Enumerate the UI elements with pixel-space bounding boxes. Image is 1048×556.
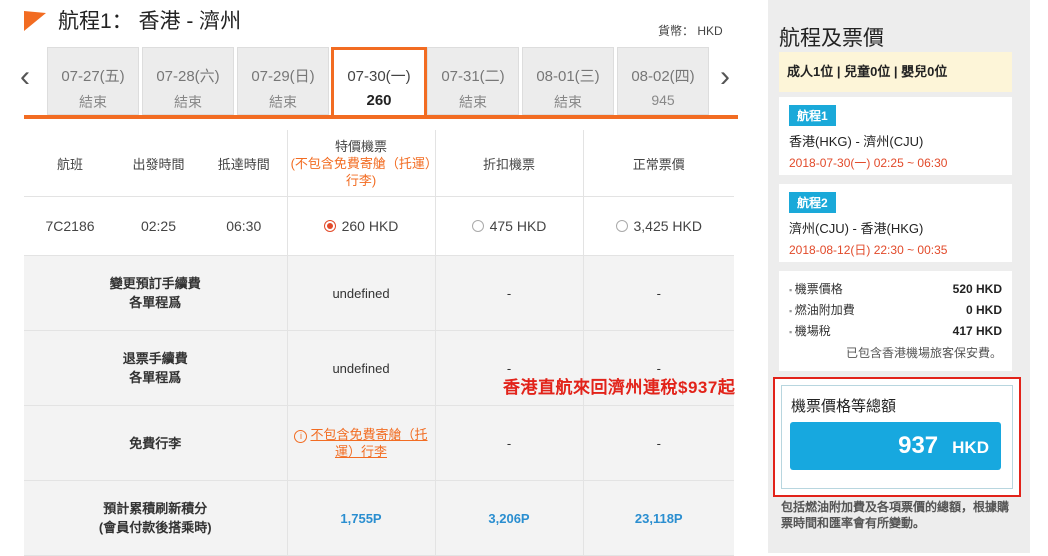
depart-time: 02:25 [116,196,201,256]
points-special: 1,755P [287,480,436,556]
price-row-fuel: 燃油附加費0 HKD [789,300,1002,321]
price-row-fare: 機票價格520 HKD [789,279,1002,300]
change-fee-special: undefined [287,255,436,331]
date-tab[interactable]: 08-02(四) 945 [617,47,709,115]
baggage-discount: - [435,405,584,481]
prev-dates-arrow-icon[interactable]: ‹ [20,60,30,94]
flight-number: 7C2186 [24,196,116,256]
fare-table: 航班 出發時間 抵達時間 特價機票 (不包含免費寄艙（托運）行李) 折扣機票 正… [24,130,734,556]
price-row-tax: 機場稅417 HKD [789,321,1002,342]
col-discount-fare: 折扣機票 [435,130,584,197]
total-label: 機票價格等總額 [791,398,897,415]
security-fee-note: 已包含香港機場旅客保安費。 [845,346,1002,360]
trip-time: 2018-08-12(日) 22:30 ~ 00:35 [789,243,948,257]
col-depart: 出發時間 [116,130,201,197]
trip-route: 香港(HKG) - 濟州(CJU) [789,134,924,149]
refund-fee-label: 退票手續費 各單程爲 [24,330,288,406]
date-tab[interactable]: 07-28(六) 結束 [142,47,234,115]
date-tab[interactable]: 07-29(日) 結束 [237,47,329,115]
date-tab[interactable]: 07-31(二) 結束 [427,47,519,115]
baggage-label: 免費行李 [24,405,288,481]
total-amount: 937 HKD [790,422,1001,470]
date-tab[interactable]: 08-01(三) 結束 [522,47,614,115]
info-icon: i [294,430,308,443]
currency-label: 貨幣： HKD [658,24,723,38]
regular-fare-option[interactable]: 3,425 HKD [583,196,734,256]
discount-fare-option[interactable]: 475 HKD [435,196,584,256]
special-fare-option[interactable]: 260 HKD [287,196,436,256]
col-regular-fare: 正常票價 [583,130,734,197]
trip-card-2: 航程2 濟州(CJU) - 香港(HKG) 2018-08-12(日) 22:3… [779,184,1012,262]
next-dates-arrow-icon[interactable]: › [720,60,730,94]
price-breakdown: 機票價格520 HKD 燃油附加費0 HKD 機場稅417 HKD 已包含香港機… [779,271,1012,371]
radio[interactable] [615,220,628,232]
change-fee-row: 變更預訂手續費 各單程爲 undefined - - [24,255,734,331]
brand-flag-icon [24,2,46,32]
baggage-row: 免費行李 i 不包含免費寄艙（托 運）行李 - - [24,405,734,481]
points-discount: 3,206P [435,480,584,556]
col-flight: 航班 [24,130,116,197]
date-tab-selected[interactable]: 07-30(一) 260 [331,47,427,119]
arrive-time: 06:30 [201,196,288,256]
points-row: 預計累積刷新積分 (會員付款後搭乘時) 1,755P 3,206P 23,118P [24,480,734,556]
baggage-special[interactable]: i 不包含免費寄艙（托 運）行李 [287,405,436,481]
date-tab[interactable]: 07-27(五) 結束 [47,47,139,115]
promo-overlay-text: 香港直航來回濟州連稅$937起 [503,378,736,397]
change-fee-discount: - [435,255,584,331]
radio[interactable] [471,220,484,232]
flight-row: 7C2186 02:25 06:30 260 HKD 475 HKD 3,425… [24,196,734,256]
baggage-regular: - [583,405,734,481]
tab-underline [24,115,738,119]
trip-card-1: 航程1 香港(HKG) - 濟州(CJU) 2018-07-30(一) 02:2… [779,97,1012,175]
points-label: 預計累積刷新積分 (會員付款後搭乘時) [24,480,288,556]
table-header-row: 航班 出發時間 抵達時間 特價機票 (不包含免費寄艙（托運）行李) 折扣機票 正… [24,130,734,197]
trip-route: 濟州(CJU) - 香港(HKG) [789,221,924,236]
change-fee-regular: - [583,255,734,331]
col-arrive: 抵達時間 [201,130,288,197]
trip-time: 2018-07-30(一) 02:25 ~ 06:30 [789,156,948,170]
col-special-fare: 特價機票 (不包含免費寄艙（托運）行李) [287,130,436,197]
special-fare-note: (不包含免費寄艙（托運）行李) [290,155,432,188]
passenger-count: 成人1位 | 兒童0位 | 嬰兒0位 [779,52,1012,92]
total-footnote: 包括燃油附加費及各項票價的總額，根據購票時間和匯率會有所變動。 [781,500,1010,530]
refund-fee-special: undefined [287,330,436,406]
page-title: 航程1： 香港 - 濟州 [58,10,242,33]
change-fee-label: 變更預訂手續費 各單程爲 [24,255,288,331]
radio-selected[interactable] [323,220,336,232]
trip-badge: 航程1 [789,105,836,126]
trip-badge: 航程2 [789,192,836,213]
points-regular: 23,118P [583,480,734,556]
sidebar-title: 航程及票價 [779,27,884,50]
